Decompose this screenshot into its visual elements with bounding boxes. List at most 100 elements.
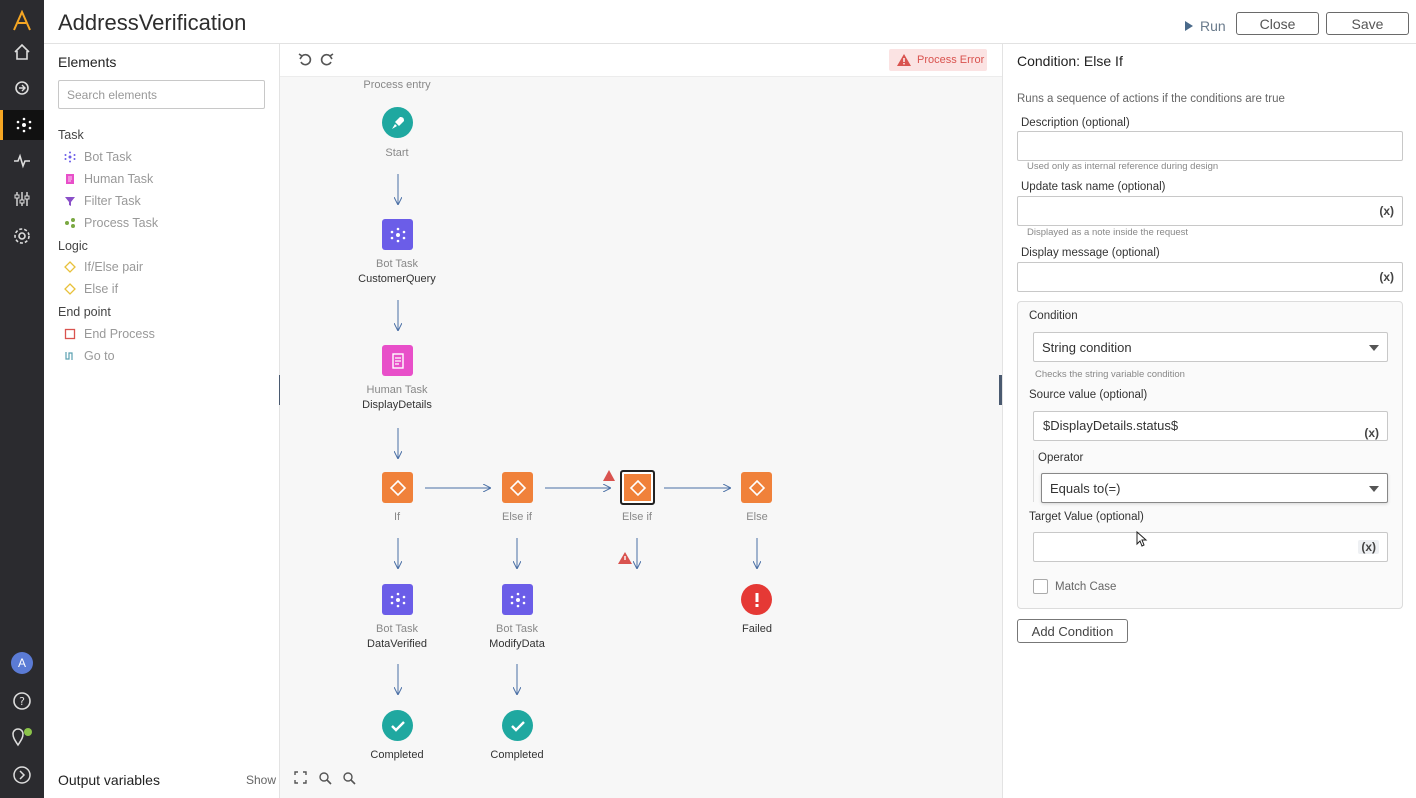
show-output-variables-link[interactable]: Show bbox=[246, 773, 276, 787]
expand-icon[interactable] bbox=[0, 760, 44, 790]
source-value-label: Source value (optional) bbox=[1029, 389, 1148, 401]
element-bot-task[interactable]: Bot Task bbox=[64, 150, 132, 164]
avatar[interactable]: A bbox=[0, 648, 44, 678]
location-check-icon[interactable] bbox=[0, 722, 44, 752]
bot-task-node-customerquery[interactable] bbox=[382, 219, 413, 250]
rocket-icon bbox=[391, 116, 404, 129]
home-icon[interactable] bbox=[0, 37, 44, 67]
element-human-task[interactable]: Human Task bbox=[64, 172, 153, 186]
completed-label: Completed bbox=[370, 749, 424, 761]
condition-type-select[interactable]: String condition bbox=[1033, 332, 1388, 362]
bot-task-node-modifydata[interactable] bbox=[502, 584, 533, 615]
category-task: Task bbox=[58, 128, 84, 142]
completed-label: Completed bbox=[490, 749, 544, 761]
variable-button[interactable]: (x) bbox=[1379, 204, 1394, 218]
filter-icon bbox=[64, 195, 76, 207]
save-button[interactable]: Save bbox=[1326, 12, 1409, 35]
condition-section: Condition String condition Checks the st… bbox=[1017, 301, 1403, 609]
human-task-node-displaydetails[interactable] bbox=[382, 345, 413, 376]
element-filter-task[interactable]: Filter Task bbox=[64, 194, 141, 208]
completed-node-1[interactable] bbox=[382, 710, 413, 741]
else-node[interactable] bbox=[741, 472, 772, 503]
element-process-task[interactable]: Process Task bbox=[64, 216, 158, 230]
gear-icon[interactable] bbox=[0, 221, 44, 251]
target-value-label: Target Value (optional) bbox=[1029, 511, 1144, 523]
if-label: If bbox=[393, 511, 401, 523]
help-icon[interactable]: ? bbox=[0, 686, 44, 716]
add-condition-button[interactable]: Add Condition bbox=[1017, 619, 1128, 643]
condition-hint: Checks the string variable condition bbox=[1035, 369, 1185, 380]
element-label: End Process bbox=[84, 327, 155, 341]
match-case-checkbox[interactable] bbox=[1033, 579, 1048, 594]
play-icon bbox=[1185, 21, 1193, 31]
automation-icon[interactable] bbox=[0, 73, 44, 103]
exclamation-icon bbox=[755, 592, 758, 607]
logo-icon[interactable] bbox=[0, 6, 44, 36]
warning-icon bbox=[618, 552, 632, 564]
elements-panel: Elements Task Bot Task Human Task Filter… bbox=[44, 44, 280, 798]
bot-icon bbox=[64, 151, 76, 163]
description-label: Description (optional) bbox=[1021, 117, 1130, 129]
run-button[interactable]: Run bbox=[1184, 18, 1226, 34]
check-icon bbox=[510, 720, 525, 732]
properties-title: Condition: Else If bbox=[1017, 53, 1123, 69]
nav-rail: A ? bbox=[0, 0, 44, 798]
condition-label: Condition bbox=[1029, 310, 1078, 322]
zoom-in-icon[interactable] bbox=[318, 771, 332, 790]
element-go-to[interactable]: Go to bbox=[64, 349, 115, 363]
diamond-icon bbox=[389, 479, 406, 496]
bot-task-label: Bot Task CustomerQuery bbox=[358, 258, 436, 285]
element-end-process[interactable]: End Process bbox=[64, 327, 155, 341]
source-value-input[interactable]: $DisplayDetails.status$ (x) bbox=[1033, 411, 1388, 441]
bots-icon[interactable] bbox=[0, 110, 44, 140]
element-label: Human Task bbox=[84, 172, 154, 186]
process-canvas[interactable]: Process Error Process entry Start Bot Ta… bbox=[280, 44, 1002, 798]
failed-node[interactable] bbox=[741, 584, 772, 615]
description-input[interactable] bbox=[1017, 131, 1403, 161]
zoom-out-icon[interactable] bbox=[342, 771, 356, 790]
element-if-else-pair[interactable]: If/Else pair bbox=[64, 260, 143, 274]
sliders-icon[interactable] bbox=[0, 184, 44, 214]
bot-task-label: Bot Task ModifyData bbox=[489, 623, 545, 650]
warning-icon bbox=[603, 470, 615, 481]
else-if-node-2-selected[interactable] bbox=[620, 470, 655, 505]
target-value-input[interactable]: (x) bbox=[1033, 532, 1388, 562]
else-label: Else bbox=[746, 511, 768, 523]
variable-button[interactable]: (x) bbox=[1358, 540, 1379, 554]
start-label: Start bbox=[385, 147, 409, 159]
diamond-icon bbox=[629, 479, 646, 496]
form-icon bbox=[64, 173, 76, 185]
fit-screen-icon[interactable] bbox=[294, 771, 307, 789]
element-else-if[interactable]: Else if bbox=[64, 282, 118, 296]
operator-label: Operator bbox=[1038, 452, 1084, 464]
start-node[interactable] bbox=[382, 107, 413, 138]
element-label: Process Task bbox=[84, 216, 159, 230]
activity-icon[interactable] bbox=[0, 146, 44, 176]
element-label: Filter Task bbox=[84, 194, 141, 208]
bot-task-label: Bot Task DataVerified bbox=[367, 623, 427, 650]
header: AddressVerification Run Close Save bbox=[44, 0, 1416, 44]
display-message-input[interactable]: (x) bbox=[1017, 262, 1403, 292]
completed-node-2[interactable] bbox=[502, 710, 533, 741]
diamond-icon bbox=[64, 283, 76, 295]
properties-panel: Condition: Else If Runs a sequence of ac… bbox=[1002, 44, 1416, 798]
update-task-label: Update task name (optional) bbox=[1021, 181, 1166, 193]
properties-description: Runs a sequence of actions if the condit… bbox=[1017, 93, 1285, 105]
if-node[interactable] bbox=[382, 472, 413, 503]
search-input[interactable] bbox=[58, 80, 265, 109]
variable-button[interactable]: (x) bbox=[1379, 270, 1394, 284]
else-if-label: Else if bbox=[622, 511, 652, 523]
close-button[interactable]: Close bbox=[1236, 12, 1319, 35]
elements-title: Elements bbox=[58, 54, 117, 70]
category-end-point: End point bbox=[58, 305, 111, 319]
operator-select[interactable]: Equals to(=) bbox=[1041, 473, 1388, 503]
else-if-node-1[interactable] bbox=[502, 472, 533, 503]
output-variables-title: Output variables bbox=[58, 772, 160, 788]
diamond-icon bbox=[509, 479, 526, 496]
update-task-input[interactable]: (x) bbox=[1017, 196, 1403, 226]
bot-task-node-dataverified[interactable] bbox=[382, 584, 413, 615]
variable-button[interactable]: (x) bbox=[1364, 419, 1379, 447]
category-logic: Logic bbox=[58, 239, 88, 253]
element-label: Bot Task bbox=[84, 150, 132, 164]
element-label: If/Else pair bbox=[84, 260, 144, 274]
